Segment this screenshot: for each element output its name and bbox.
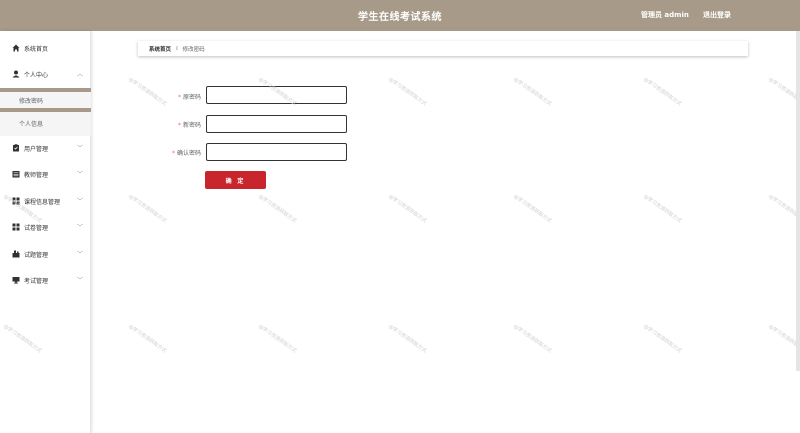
breadcrumb-separator: ∶ bbox=[176, 45, 178, 52]
watermark: @学习资源获取方式 bbox=[387, 323, 428, 355]
breadcrumb-home[interactable]: 系统首页 bbox=[149, 45, 171, 53]
sidebar-item-exam-management[interactable]: 考试管理 ﹀ bbox=[0, 269, 91, 291]
submenu-item-personal-info[interactable]: 个人信息 bbox=[0, 113, 91, 133]
watermark: @学习资源获取方式 bbox=[127, 323, 168, 355]
teacher-icon bbox=[12, 170, 20, 178]
scrollbar[interactable] bbox=[796, 31, 800, 371]
confirm-password-label: * 确认密码 bbox=[141, 148, 201, 157]
submenu-item-label: 修改密码 bbox=[19, 97, 44, 105]
watermark: @学习资源获取方式 bbox=[642, 76, 683, 108]
sidebar: 系统首页 个人中心 ︿ 修改密码 个人信息 用户管理 ﹀ 教师管理 ﹀ 课程信息… bbox=[0, 31, 91, 433]
chevron-down-icon: ﹀ bbox=[76, 224, 83, 231]
active-indicator-bar bbox=[0, 108, 91, 112]
grid-icon bbox=[12, 223, 20, 231]
home-icon bbox=[12, 44, 20, 52]
chevron-down-icon: ﹀ bbox=[76, 198, 83, 205]
submenu-item-change-password[interactable]: 修改密码 bbox=[0, 90, 91, 110]
required-mark: * bbox=[177, 94, 181, 101]
chevron-up-icon: ︿ bbox=[76, 71, 83, 78]
label-text: 新密码 bbox=[182, 122, 201, 129]
sidebar-item-label: 系统首页 bbox=[24, 45, 49, 53]
confirm-button[interactable]: 确 定 bbox=[205, 171, 266, 189]
watermark: @学习资源获取方式 bbox=[257, 193, 298, 225]
sidebar-item-teacher-management[interactable]: 教师管理 ﹀ bbox=[0, 163, 91, 185]
monitor-icon bbox=[12, 276, 20, 284]
old-password-input[interactable] bbox=[206, 86, 347, 104]
sidebar-item-label: 个人中心 bbox=[24, 71, 49, 79]
new-password-label: * 新密码 bbox=[141, 120, 201, 129]
old-password-label: * 原密码 bbox=[141, 92, 201, 101]
sidebar-item-course-management[interactable]: 课程信息管理 ﹀ bbox=[0, 190, 91, 212]
sidebar-item-label: 用户管理 bbox=[24, 145, 49, 153]
user-icon bbox=[12, 70, 20, 78]
sidebar-item-label: 教师管理 bbox=[24, 171, 49, 179]
watermark: @学习资源获取方式 bbox=[387, 76, 428, 108]
required-mark: * bbox=[177, 122, 181, 129]
breadcrumb-current: 修改密码 bbox=[182, 46, 205, 53]
top-header: 学生在线考试系统 管理员 admin 退出登录 bbox=[0, 0, 800, 31]
logout-link[interactable]: 退出登录 bbox=[703, 10, 731, 20]
watermark: @学习资源获取方式 bbox=[257, 323, 298, 355]
watermark: @学习资源获取方式 bbox=[512, 76, 553, 108]
chevron-down-icon: ﹀ bbox=[76, 277, 83, 284]
watermark: @学习资源获取方式 bbox=[642, 323, 683, 355]
watermark: @学习资源获取方式 bbox=[642, 193, 683, 225]
label-text: 原密码 bbox=[182, 94, 201, 101]
sidebar-item-label: 考试管理 bbox=[24, 277, 49, 285]
sidebar-item-label: 课程信息管理 bbox=[24, 198, 61, 206]
submenu-item-label: 个人信息 bbox=[19, 120, 44, 128]
sidebar-item-user-management[interactable]: 用户管理 ﹀ bbox=[0, 137, 91, 159]
sidebar-item-home[interactable]: 系统首页 bbox=[0, 37, 91, 59]
question-icon bbox=[12, 250, 20, 258]
required-mark: * bbox=[171, 150, 175, 157]
chevron-down-icon: ﹀ bbox=[76, 171, 83, 178]
watermark: @学习资源获取方式 bbox=[512, 323, 553, 355]
sidebar-item-personal-center[interactable]: 个人中心 ︿ bbox=[0, 63, 91, 85]
label-text: 确认密码 bbox=[176, 150, 201, 157]
grid-icon bbox=[12, 197, 20, 205]
chevron-down-icon: ﹀ bbox=[76, 251, 83, 258]
new-password-input[interactable] bbox=[206, 115, 347, 133]
watermark: @学习资源获取方式 bbox=[387, 193, 428, 225]
confirm-password-input[interactable] bbox=[206, 143, 347, 161]
user-label: 管理员 admin bbox=[641, 11, 689, 19]
sidebar-item-label: 试题管理 bbox=[24, 251, 49, 259]
sidebar-item-question-management[interactable]: 试题管理 ﹀ bbox=[0, 243, 91, 265]
personal-center-submenu: 修改密码 个人信息 bbox=[0, 88, 91, 136]
watermark: @学习资源获取方式 bbox=[512, 193, 553, 225]
sidebar-item-exam-paper-management[interactable]: 试卷管理 ﹀ bbox=[0, 216, 91, 238]
chevron-down-icon: ﹀ bbox=[76, 145, 83, 152]
users-icon bbox=[12, 144, 20, 152]
breadcrumb: 系统首页 ∶ 修改密码 bbox=[138, 41, 748, 56]
watermark: @学习资源获取方式 bbox=[127, 193, 168, 225]
sidebar-item-label: 试卷管理 bbox=[24, 224, 49, 232]
